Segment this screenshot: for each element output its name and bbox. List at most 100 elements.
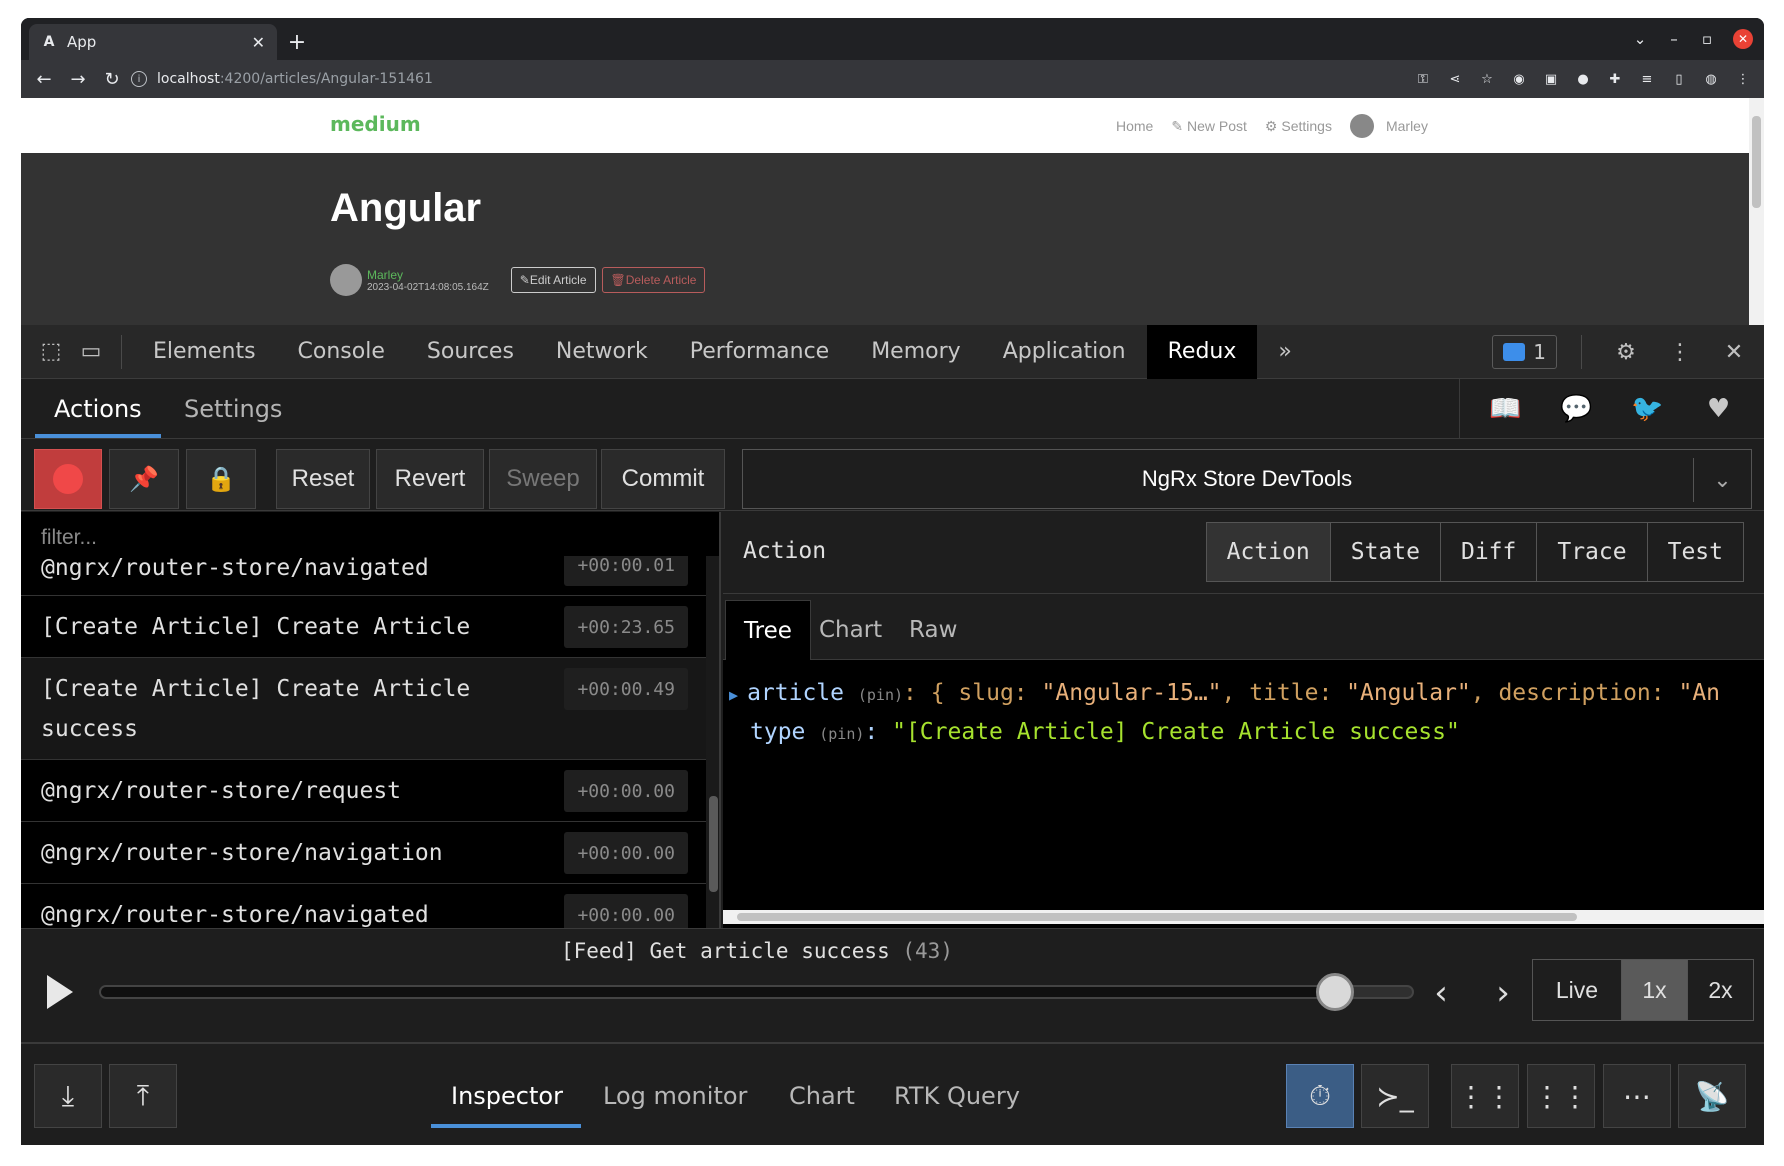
cookie-extension-icon[interactable]: ●	[1572, 68, 1594, 90]
kebab-menu-icon[interactable]: ⋮	[1660, 332, 1700, 372]
extension-icon[interactable]: ▣	[1540, 68, 1562, 90]
dock-right-icon[interactable]: ⋮⋮	[1527, 1064, 1595, 1128]
tree-horizontal-scrollbar[interactable]	[723, 910, 1764, 924]
browser-tab[interactable]: A App ✕	[29, 24, 277, 60]
issues-badge[interactable]: 1	[1492, 335, 1557, 369]
list-item-selected[interactable]: [Create Article] Create Article success …	[21, 658, 706, 760]
tab-performance[interactable]: Performance	[669, 325, 850, 379]
actions-scrollbar[interactable]	[706, 556, 719, 928]
list-item[interactable]: @ngrx/router-store/navigation +00:00.00	[21, 822, 706, 884]
close-tab-icon[interactable]: ✕	[252, 33, 265, 52]
export-icon[interactable]: ⤒	[109, 1064, 177, 1128]
commit-button[interactable]: Commit	[601, 449, 725, 509]
nav-settings-link[interactable]: ⚙ Settings	[1265, 118, 1332, 135]
tab-action[interactable]: Action	[1206, 523, 1330, 581]
user-avatar[interactable]	[1349, 114, 1374, 138]
tab-raw[interactable]: Raw	[891, 600, 975, 660]
instance-select[interactable]: NgRx Store DevTools ⌄	[742, 449, 1752, 509]
chat-icon[interactable]: 💬	[1557, 389, 1597, 429]
chrome-menu-icon[interactable]: ⋮	[1732, 68, 1754, 90]
page-scrollbar-thumb[interactable]	[1752, 116, 1761, 208]
step-back-icon[interactable]: ‹	[1421, 973, 1461, 1013]
filter-input[interactable]: filter...	[21, 512, 719, 562]
share-icon[interactable]: ⋖	[1444, 68, 1466, 90]
list-item[interactable]: [Create Article] Create Article +00:23.6…	[21, 596, 706, 658]
tab-memory[interactable]: Memory	[850, 325, 981, 379]
tab-redux[interactable]: Redux	[1146, 324, 1258, 379]
tab-network[interactable]: Network	[535, 325, 669, 379]
tab-state[interactable]: State	[1329, 523, 1440, 581]
tab-chart[interactable]: Chart	[801, 600, 900, 660]
device-toolbar-icon[interactable]: ▭	[71, 332, 111, 372]
list-item[interactable]: @ngrx/router-store/navigated +00:00.01	[21, 556, 706, 596]
profile-avatar-icon[interactable]: ◍	[1700, 68, 1722, 90]
slider-handle[interactable]	[1316, 973, 1355, 1011]
list-item[interactable]: @ngrx/router-store/request +00:00.00	[21, 760, 706, 822]
import-icon[interactable]: ⤓	[34, 1064, 102, 1128]
step-forward-icon[interactable]: ›	[1483, 973, 1523, 1013]
pin-button[interactable]: 📌	[109, 449, 179, 509]
tree-node-type[interactable]: type (pin): "[Create Article] Create Art…	[750, 719, 1460, 745]
monitor-inspector[interactable]: Inspector	[451, 1064, 563, 1128]
tab-search-icon[interactable]: ⌄	[1627, 26, 1653, 52]
chevron-down-icon[interactable]: ⌄	[1693, 458, 1751, 502]
key-icon[interactable]: ⚿	[1412, 68, 1434, 90]
revert-button[interactable]: Revert	[376, 449, 484, 509]
bookmark-star-icon[interactable]: ☆	[1476, 68, 1498, 90]
play-icon[interactable]	[47, 975, 73, 1009]
page-scrollbar[interactable]	[1749, 98, 1764, 325]
tree-scrollbar-thumb[interactable]	[737, 913, 1577, 921]
speed-2x-button[interactable]: 2x	[1687, 960, 1753, 1020]
terminal-icon[interactable]: ≻_	[1361, 1064, 1429, 1128]
tab-diff[interactable]: Diff	[1439, 523, 1536, 581]
site-info-icon[interactable]: i	[131, 71, 147, 87]
tree-node-article[interactable]: ▶ article (pin): { slug: "Angular-15…", …	[729, 680, 1720, 706]
minimize-window-button[interactable]: –	[1661, 26, 1687, 52]
more-tabs-button[interactable]: »	[1257, 325, 1312, 379]
back-icon[interactable]: ←	[29, 64, 59, 94]
edit-article-button[interactable]: ✎ Edit Article	[510, 267, 596, 293]
author-avatar[interactable]	[330, 264, 362, 296]
nav-user-link[interactable]: Marley	[1386, 118, 1428, 134]
delete-article-button[interactable]: 🗑 Delete Article	[601, 267, 706, 293]
forward-icon[interactable]: →	[63, 64, 93, 94]
actions-scrollbar-thumb[interactable]	[709, 796, 718, 892]
close-window-button[interactable]: ✕	[1733, 29, 1753, 49]
list-item[interactable]: @ngrx/router-store/navigated +00:00.00	[21, 884, 706, 928]
expand-arrow-icon[interactable]: ▶	[729, 686, 747, 704]
inspect-element-icon[interactable]: ⬚	[31, 332, 71, 372]
remote-antenna-icon[interactable]: 📡	[1678, 1064, 1746, 1128]
tab-console[interactable]: Console	[277, 325, 406, 379]
slider-track[interactable]	[99, 985, 1414, 999]
maximize-window-button[interactable]: ▫	[1694, 26, 1720, 52]
speed-1x-button[interactable]: 1x	[1621, 960, 1687, 1020]
gear-icon[interactable]: ⚙	[1606, 332, 1646, 372]
address-bar[interactable]: i localhost:4200/articles/Angular-151461	[131, 64, 1391, 94]
lock-button[interactable]: 🔒	[186, 449, 256, 509]
tab-test[interactable]: Test	[1646, 523, 1743, 581]
nav-new-post-link[interactable]: ✎ New Post	[1171, 118, 1247, 135]
tab-application[interactable]: Application	[982, 325, 1147, 379]
new-tab-button[interactable]: +	[283, 28, 311, 56]
dock-bottom-icon[interactable]: ⋯	[1603, 1064, 1671, 1128]
pin-link[interactable]: (pin)	[819, 725, 864, 743]
tab-tree[interactable]: Tree	[725, 600, 811, 660]
reading-list-icon[interactable]: ≡	[1636, 68, 1658, 90]
monitor-rtk-query[interactable]: RTK Query	[894, 1064, 1020, 1128]
nav-home-link[interactable]: Home	[1116, 118, 1153, 134]
sweep-button[interactable]: Sweep	[489, 449, 597, 509]
dispatcher-timer-icon[interactable]: ⏱	[1286, 1064, 1354, 1128]
side-panel-icon[interactable]: ▯	[1668, 68, 1690, 90]
close-devtools-icon[interactable]: ✕	[1714, 332, 1754, 372]
monitor-chart[interactable]: Chart	[789, 1064, 855, 1128]
author-name[interactable]: Marley	[367, 268, 489, 282]
speed-live-button[interactable]: Live	[1533, 960, 1621, 1020]
reset-button[interactable]: Reset	[276, 449, 370, 509]
tab-redux-settings[interactable]: Settings	[184, 379, 282, 439]
book-icon[interactable]: 📖	[1486, 389, 1526, 429]
adblock-extension-icon[interactable]: ◉	[1508, 68, 1530, 90]
puzzle-extensions-icon[interactable]: ✚	[1604, 68, 1626, 90]
monitor-log[interactable]: Log monitor	[603, 1064, 747, 1128]
dock-left-icon[interactable]: ⋮⋮	[1451, 1064, 1519, 1128]
reload-icon[interactable]: ↻	[97, 64, 127, 94]
